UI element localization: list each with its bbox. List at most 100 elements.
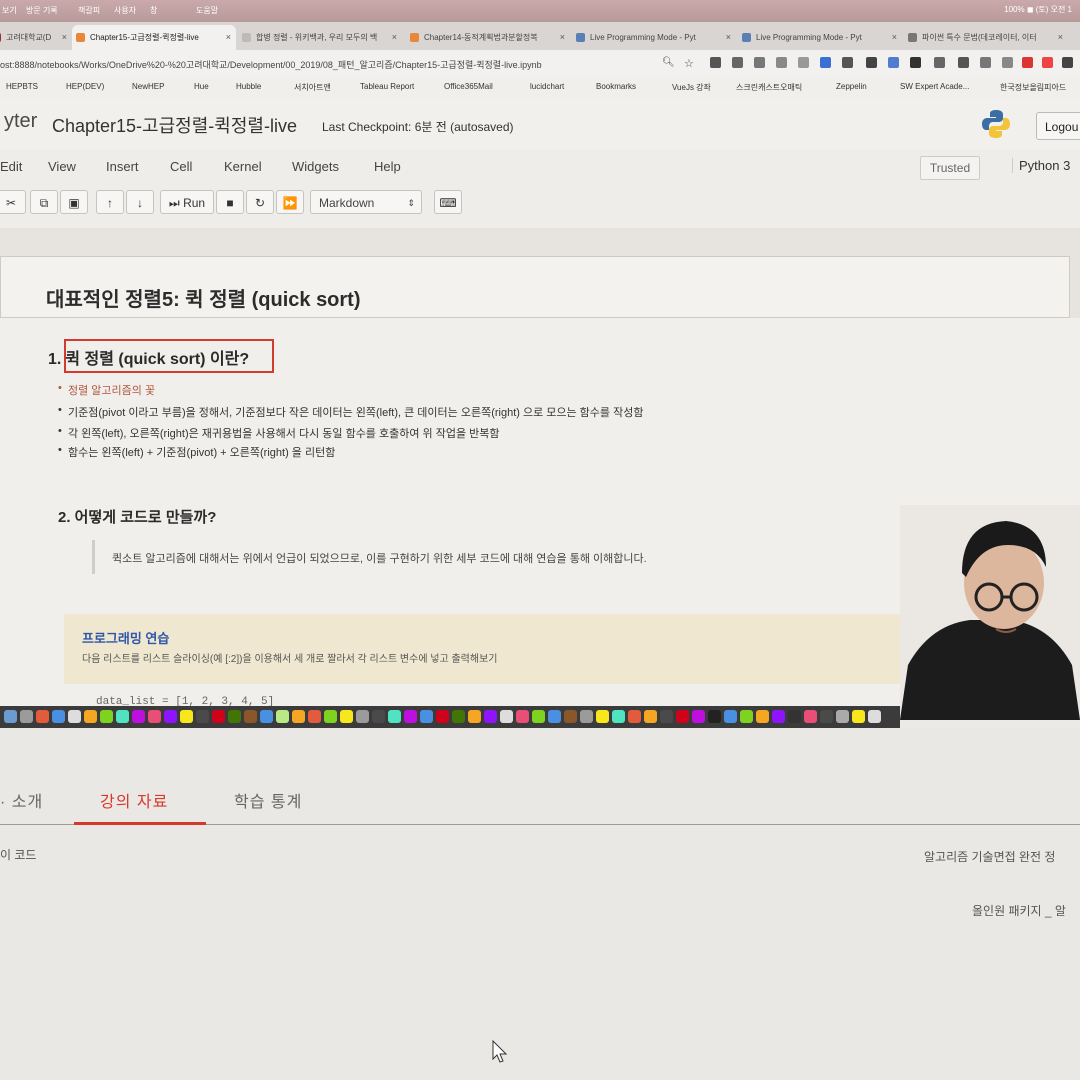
extension-icon[interactable] bbox=[958, 57, 969, 68]
app-icon[interactable] bbox=[164, 710, 177, 723]
chrome-icon[interactable] bbox=[292, 710, 305, 723]
app-icon[interactable] bbox=[228, 710, 241, 723]
app-icon[interactable] bbox=[628, 710, 641, 723]
cut-button[interactable]: ✂ bbox=[0, 190, 26, 214]
close-icon[interactable]: × bbox=[726, 25, 731, 50]
move-up-button[interactable]: ↑ bbox=[96, 190, 124, 214]
finder-icon[interactable] bbox=[4, 710, 17, 723]
bookmark-item[interactable]: Hubble bbox=[236, 82, 261, 91]
star-icon[interactable]: ☆ bbox=[684, 57, 695, 70]
restart-run-all-button[interactable]: ⏩ bbox=[276, 190, 304, 214]
extension-icon[interactable] bbox=[934, 57, 945, 68]
app-icon[interactable] bbox=[84, 710, 97, 723]
app-icon[interactable] bbox=[788, 710, 801, 723]
app-icon[interactable] bbox=[516, 710, 529, 723]
system-menu-user[interactable]: 사용자 bbox=[114, 5, 136, 16]
bookmark-item[interactable]: Bookmarks bbox=[596, 82, 636, 91]
app-icon[interactable] bbox=[580, 710, 593, 723]
extension-icon[interactable] bbox=[980, 57, 991, 68]
app-icon[interactable] bbox=[68, 710, 81, 723]
app-icon[interactable] bbox=[820, 710, 833, 723]
app-icon[interactable] bbox=[564, 710, 577, 723]
close-icon[interactable]: × bbox=[560, 25, 565, 50]
menu-widgets[interactable]: Widgets bbox=[292, 159, 339, 174]
system-menu-help[interactable]: 도움말 bbox=[196, 5, 218, 16]
app-icon[interactable] bbox=[308, 710, 321, 723]
extension-icon[interactable] bbox=[776, 57, 787, 68]
app-icon[interactable] bbox=[484, 710, 497, 723]
app-icon[interactable] bbox=[180, 710, 193, 723]
app-icon[interactable] bbox=[212, 710, 225, 723]
app-icon[interactable] bbox=[436, 710, 449, 723]
bookmark-item[interactable]: lucidchart bbox=[530, 82, 564, 91]
tab-python-decorator[interactable]: 파이썬 특수 문법(데코레이터, 이터 × bbox=[904, 25, 1068, 50]
app-icon[interactable] bbox=[148, 710, 161, 723]
interrupt-button[interactable]: ■ bbox=[216, 190, 244, 214]
menu-edit[interactable]: Edit bbox=[0, 159, 22, 174]
menu-help[interactable]: Help bbox=[374, 159, 401, 174]
run-button[interactable]: ⏭ Run bbox=[160, 190, 214, 214]
bookmark-item[interactable]: Zeppelin bbox=[836, 82, 867, 91]
extension-icon[interactable] bbox=[1002, 57, 1013, 68]
app-icon[interactable] bbox=[836, 710, 849, 723]
tab-learning-stats[interactable]: 학습 통계 bbox=[234, 788, 302, 812]
command-palette-button[interactable]: ⌨ bbox=[434, 190, 462, 214]
app-icon[interactable] bbox=[340, 710, 353, 723]
app-icon[interactable] bbox=[452, 710, 465, 723]
extension-icon[interactable] bbox=[798, 57, 809, 68]
extension-icon[interactable] bbox=[1042, 57, 1053, 68]
bookmark-item[interactable]: NewHEP bbox=[132, 82, 164, 91]
app-icon[interactable] bbox=[660, 710, 673, 723]
app-icon[interactable] bbox=[548, 710, 561, 723]
bookmark-item[interactable]: Tableau Report bbox=[360, 82, 414, 91]
app-icon[interactable] bbox=[676, 710, 689, 723]
app-icon[interactable] bbox=[100, 710, 113, 723]
app-icon[interactable] bbox=[372, 710, 385, 723]
app-icon[interactable] bbox=[196, 710, 209, 723]
app-icon[interactable] bbox=[724, 710, 737, 723]
app-icon[interactable] bbox=[532, 710, 545, 723]
tab-intro[interactable]: · 소개 bbox=[0, 788, 43, 812]
bookmark-item[interactable]: Office365Mail bbox=[444, 82, 493, 91]
tab-chapter15[interactable]: Chapter15-고급정렬-퀵정렬-live × bbox=[72, 25, 236, 50]
extension-icon[interactable] bbox=[866, 57, 877, 68]
extension-icon[interactable] bbox=[710, 57, 721, 68]
close-icon[interactable]: × bbox=[392, 25, 397, 50]
app-icon[interactable] bbox=[740, 710, 753, 723]
app-icon[interactable] bbox=[708, 710, 721, 723]
app-icon[interactable] bbox=[500, 710, 513, 723]
system-menu-window[interactable]: 창 bbox=[150, 5, 157, 16]
app-icon[interactable] bbox=[116, 710, 129, 723]
bookmark-item[interactable]: HEPBTS bbox=[6, 82, 38, 91]
app-icon[interactable] bbox=[612, 710, 625, 723]
cell-type-select[interactable]: Markdown ⇕ bbox=[310, 190, 422, 214]
bookmark-item[interactable]: HEP(DEV) bbox=[66, 82, 104, 91]
close-icon[interactable]: × bbox=[892, 25, 897, 50]
menu-insert[interactable]: Insert bbox=[106, 159, 139, 174]
app-icon[interactable] bbox=[356, 710, 369, 723]
app-icon[interactable] bbox=[388, 710, 401, 723]
app-icon[interactable] bbox=[420, 710, 433, 723]
extension-icon[interactable] bbox=[754, 57, 765, 68]
extension-icon[interactable] bbox=[1022, 57, 1033, 68]
bookmark-item[interactable]: VueJs 강좌 bbox=[672, 82, 711, 93]
app-icon[interactable] bbox=[644, 710, 657, 723]
paste-button[interactable]: ▣ bbox=[60, 190, 88, 214]
bookmark-item[interactable]: SW Expert Acade... bbox=[900, 82, 969, 91]
move-down-button[interactable]: ↓ bbox=[126, 190, 154, 214]
app-icon[interactable] bbox=[868, 710, 881, 723]
app-icon[interactable] bbox=[276, 710, 289, 723]
bookmark-item[interactable]: Hue bbox=[194, 82, 209, 91]
copy-button[interactable]: ⧉ bbox=[30, 190, 58, 214]
system-menu-history[interactable]: 방문 기록 bbox=[26, 5, 58, 16]
restart-button[interactable]: ↻ bbox=[246, 190, 274, 214]
jupyter-logo[interactable]: yter bbox=[4, 110, 37, 133]
app-icon[interactable] bbox=[596, 710, 609, 723]
system-menu-view[interactable]: 보기 bbox=[2, 5, 17, 16]
app-icon[interactable] bbox=[772, 710, 785, 723]
app-icon[interactable] bbox=[132, 710, 145, 723]
kernel-indicator[interactable]: Python 3 bbox=[1012, 158, 1070, 173]
bookmark-item[interactable]: 서치아트앤 bbox=[294, 82, 331, 93]
app-icon[interactable] bbox=[692, 710, 705, 723]
tab-lecture-materials[interactable]: 강의 자료 bbox=[100, 788, 168, 812]
